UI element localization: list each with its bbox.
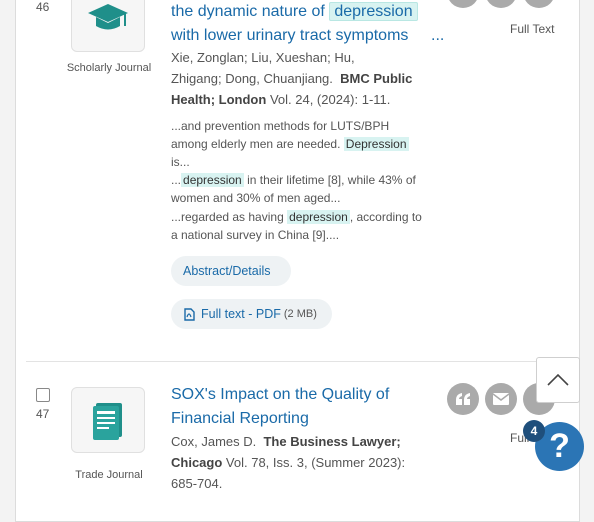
authors-cont[interactable]: Zhigang; Dong, Chuanjiang. BMC Public bbox=[171, 68, 412, 89]
journal-name[interactable]: BMC Public bbox=[340, 71, 412, 86]
trade-journal-icon bbox=[71, 387, 145, 453]
pdf-icon bbox=[184, 307, 195, 321]
full-text-pdf-button[interactable]: Full text - PDF (2 MB) bbox=[171, 299, 332, 329]
select-result-checkbox[interactable] bbox=[36, 388, 50, 402]
scholarly-journal-icon bbox=[71, 0, 145, 52]
publication-info: Chicago Vol. 78, Iss. 3, (Summer 2023): bbox=[171, 455, 406, 470]
snippet-3: ...regarded as having depression, accord… bbox=[171, 210, 422, 242]
scroll-to-top-button[interactable] bbox=[536, 357, 580, 403]
email-button[interactable] bbox=[485, 383, 517, 415]
result-title-link-line2[interactable]: with lower urinary tract symptoms bbox=[171, 24, 408, 48]
source-type-label: Scholarly Journal bbox=[66, 62, 152, 74]
envelope-icon bbox=[493, 393, 509, 405]
title-more-link[interactable]: ... bbox=[431, 24, 444, 48]
result-number: 47 bbox=[36, 407, 50, 421]
result-title-link[interactable]: the dynamic nature of depression bbox=[171, 0, 418, 24]
result-number: 46 bbox=[36, 0, 50, 14]
quote-icon bbox=[456, 393, 470, 405]
result-title-link[interactable]: SOX's Impact on the Quality of bbox=[171, 383, 389, 407]
result-title-link-line2[interactable]: Financial Reporting bbox=[171, 407, 309, 431]
journal-name: The Business Lawyer; bbox=[263, 434, 401, 449]
publication-info: Health; London Vol. 24, (2024): 1-11. bbox=[171, 92, 391, 107]
chevron-up-icon bbox=[547, 374, 569, 386]
result-divider bbox=[26, 361, 568, 362]
publication-pages: 685-704. bbox=[171, 476, 223, 491]
highlight-term: depression bbox=[329, 2, 418, 21]
authors[interactable]: Cox, James D. The Business Lawyer; bbox=[171, 431, 401, 452]
full-text-label[interactable]: Full Text bbox=[510, 22, 554, 36]
abstract-details-button[interactable]: Abstract/Details bbox=[171, 256, 291, 286]
authors[interactable]: Xie, Zonglan; Liu, Xueshan; Hu, bbox=[171, 47, 355, 68]
cite-button[interactable] bbox=[447, 383, 479, 415]
snippet-2: ... depression in their lifetime [8], whi… bbox=[171, 173, 416, 205]
notification-badge[interactable]: 4 bbox=[523, 420, 545, 442]
source-type-label: Trade Journal bbox=[75, 469, 143, 481]
snippet-1: ...and prevention methods for LUTS/BPH a… bbox=[171, 119, 409, 169]
